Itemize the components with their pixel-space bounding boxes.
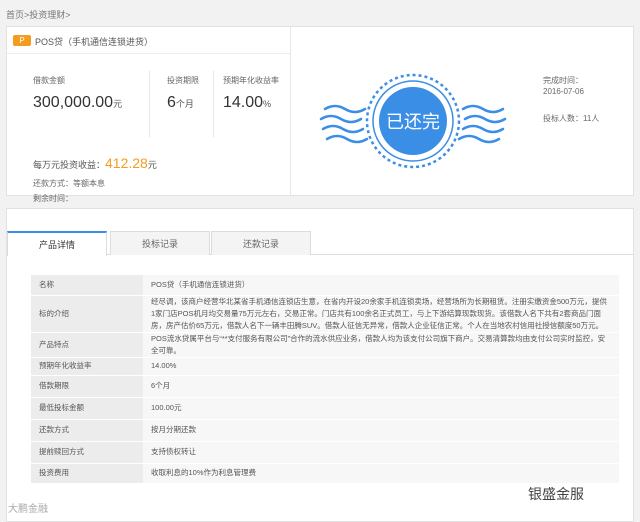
- table-row: 名称 POS贷（手机通信连锁进货）: [31, 275, 619, 296]
- details-card: 产品详情 投标记录 还款记录 名称 POS贷（手机通信连锁进货） 标的介绍 经尽调，该…: [6, 208, 634, 522]
- product-title: POS贷（手机通信连锁进货）: [35, 37, 154, 47]
- repaid-stamp: 已还完: [319, 73, 507, 169]
- status-pane: 已还完 完成时间： 2016-07-06 投标人数：11人: [293, 27, 633, 195]
- tab-bar: 产品详情 投标记录 还款记录: [7, 231, 633, 256]
- product-summary-card: P POS贷（手机通信连锁进货） 借款金额 300,000.00元 投资期限 6…: [6, 26, 634, 203]
- detail-value: 6个月: [143, 375, 619, 398]
- tab-bid-records[interactable]: 投标记录: [110, 231, 210, 255]
- stat-term: 投资期限 6个月: [167, 76, 199, 111]
- detail-key: 还款方式: [31, 419, 143, 442]
- table-row: 预期年化收益率 14.00%: [31, 357, 619, 376]
- stat-amount: 借款金额 300,000.00元: [33, 76, 123, 111]
- breadcrumb-section[interactable]: 投资理财: [29, 10, 65, 20]
- detail-value: 100.00元: [143, 397, 619, 420]
- detail-value: POS流水贷属平台与“**支付服务有限公司”合作的流水供应业务，借款人均为该支付…: [143, 332, 619, 358]
- product-type-badge: P: [13, 35, 31, 46]
- table-row: 还款方式 按月分期还款: [31, 419, 619, 442]
- detail-value: 经尽调，该商户经营华北某省手机通信连锁店生意，在省内开设20余家手机连锁卖场，经…: [143, 295, 619, 333]
- watermark-right: 银盛金服: [528, 486, 584, 502]
- detail-value: 支持债权转让: [143, 441, 619, 464]
- earnings-value: 412.28: [105, 155, 148, 171]
- rate-value: 14.00: [223, 94, 264, 111]
- table-row: 最低投标金额 100.00元: [31, 397, 619, 420]
- term-value: 6: [167, 94, 176, 111]
- detail-key: 名称: [31, 275, 143, 296]
- detail-key: 预期年化收益率: [31, 357, 143, 376]
- earnings-per-10k: 每万元投资收益：412.28元: [33, 155, 157, 171]
- completion-time-value: 2016-07-06: [543, 87, 584, 96]
- details-table: 名称 POS贷（手机通信连锁进货） 标的介绍 经尽调，该商户经营华北某省手机通信连锁店…: [31, 275, 619, 484]
- table-row: 投资费用 收取利息的10%作为利息管理费: [31, 463, 619, 484]
- table-row: 产品特点 POS流水贷属平台与“**支付服务有限公司”合作的流水供应业务，借款人均…: [31, 332, 619, 358]
- detail-key: 投资费用: [31, 463, 143, 484]
- table-row: 提前赎回方式 支持债权转让: [31, 441, 619, 464]
- tab-repayment-records[interactable]: 还款记录: [211, 231, 311, 255]
- detail-key: 提前赎回方式: [31, 441, 143, 464]
- detail-key: 最低投标金额: [31, 397, 143, 420]
- breadcrumb: 首页>投资理财>: [6, 10, 71, 20]
- detail-key: 产品特点: [31, 332, 143, 358]
- watermark-left: 大鹏金融: [8, 504, 48, 515]
- amount-value: 300,000.00: [33, 94, 114, 111]
- tab-product-details[interactable]: 产品详情: [7, 231, 107, 256]
- detail-key: 标的介绍: [31, 295, 143, 333]
- detail-value: 14.00%: [143, 357, 619, 376]
- completion-time-label: 完成时间：: [543, 76, 583, 85]
- stat-rate: 预期年化收益率 14.00%: [223, 76, 279, 111]
- detail-key: 借款期限: [31, 375, 143, 398]
- divider: [213, 71, 214, 137]
- divider: [7, 53, 291, 54]
- remaining-time: 剩余时间：: [33, 194, 73, 203]
- breadcrumb-home[interactable]: 首页: [6, 10, 24, 20]
- stamp-text: 已还完: [386, 112, 440, 133]
- divider: [149, 71, 150, 137]
- table-row: 标的介绍 经尽调，该商户经营华北某省手机通信连锁店生意，在省内开设20余家手机连锁…: [31, 295, 619, 333]
- repay-method: 还款方式：等额本息: [33, 179, 105, 188]
- detail-value: 收取利息的10%作为利息管理费: [143, 463, 619, 484]
- investor-count: 投标人数：11人: [543, 114, 600, 123]
- detail-value: POS贷（手机通信连锁进货）: [143, 275, 619, 296]
- detail-value: 按月分期还款: [143, 419, 619, 442]
- table-row: 借款期限 6个月: [31, 375, 619, 398]
- product-info-pane: P POS贷（手机通信连锁进货） 借款金额 300,000.00元 投资期限 6…: [7, 27, 291, 203]
